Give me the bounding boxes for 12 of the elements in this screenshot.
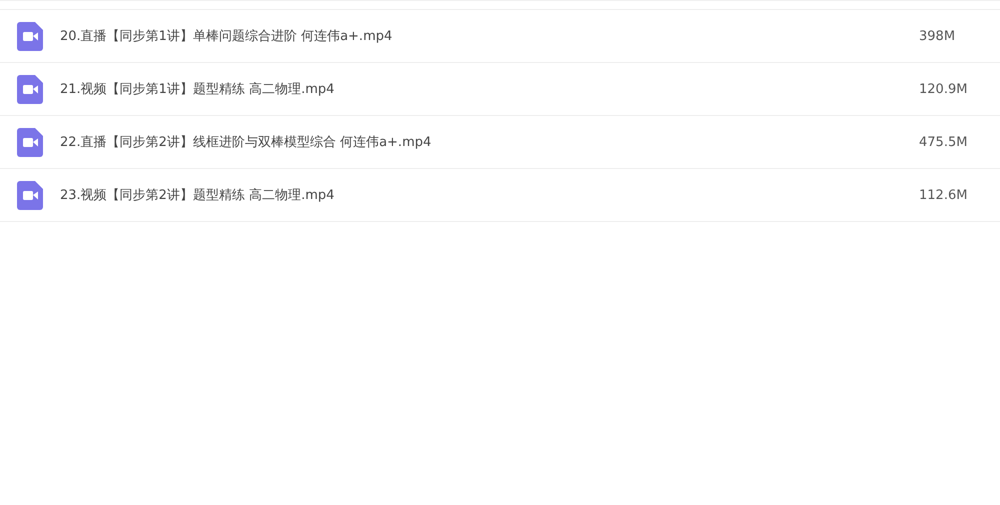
video-file-icon (17, 22, 43, 50)
file-size: 475.5M (919, 134, 968, 150)
file-name[interactable]: 22.直播【同步第2讲】线框进阶与双棒模型综合 何连伟a+.mp4 (60, 133, 919, 151)
file-size: 398M (919, 28, 956, 44)
file-name[interactable]: 23.视频【同步第2讲】题型精练 高二物理.mp4 (60, 186, 919, 204)
file-name[interactable]: 20.直播【同步第1讲】单棒问题综合进阶 何连伟a+.mp4 (60, 27, 919, 45)
video-file-icon (17, 128, 43, 156)
file-size: 112.6M (919, 188, 968, 202)
video-file-icon (17, 180, 43, 210)
file-size: 120.9M (919, 82, 968, 96)
file-name[interactable]: 21.视频【同步第1讲】题型精练 高二物理.mp4 (60, 80, 919, 98)
video-file-icon (17, 74, 43, 104)
